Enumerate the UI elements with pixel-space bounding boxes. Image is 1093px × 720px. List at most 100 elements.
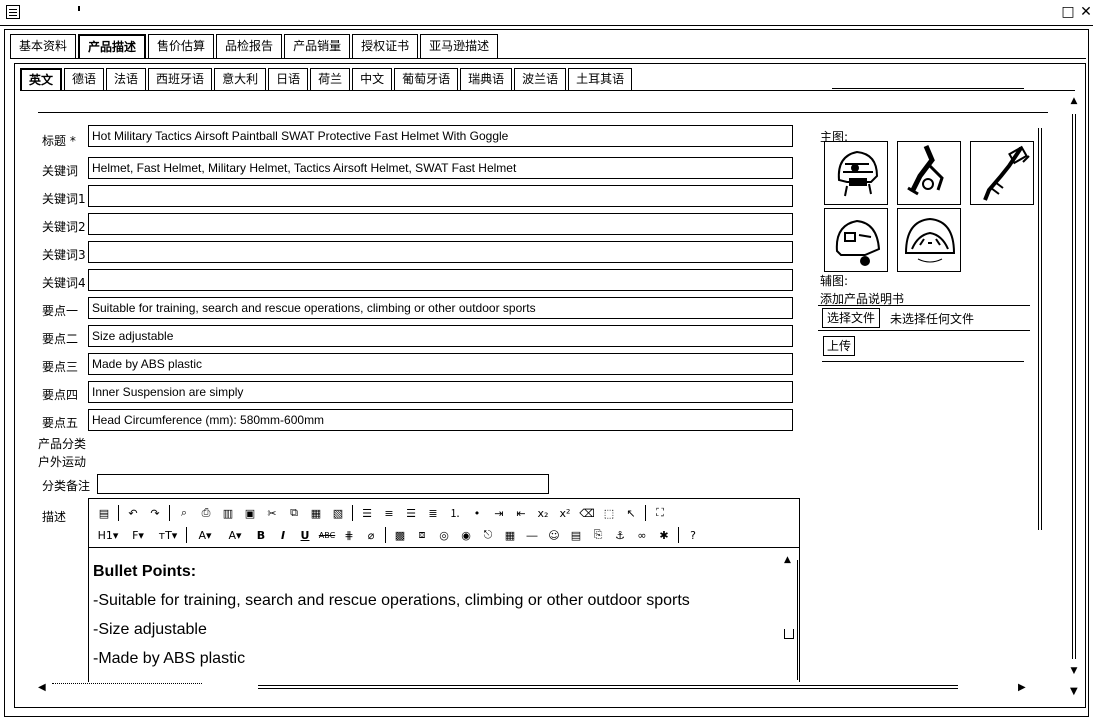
heading-dropdown[interactable]: H1▾: [93, 525, 123, 545]
tab-certificate[interactable]: 授权证书: [352, 34, 419, 58]
point4-input[interactable]: Inner Suspension are simply: [88, 381, 793, 403]
tab-inspection-report[interactable]: 品检报告: [216, 34, 283, 58]
editor-content[interactable]: Bullet Points: -Suitable for training, s…: [93, 557, 781, 673]
tab-lang-spanish[interactable]: 西班牙语: [148, 68, 213, 90]
align-right-icon[interactable]: ☰: [400, 503, 422, 523]
map-icon[interactable]: ▤: [565, 525, 587, 545]
point3-input[interactable]: Made by ABS plastic: [88, 353, 793, 375]
superscript-icon[interactable]: x²: [554, 503, 576, 523]
attachment-icon[interactable]: ⎋: [477, 525, 499, 545]
emoticon-icon[interactable]: ☺: [543, 525, 565, 545]
pointer-icon[interactable]: ↖: [620, 503, 642, 523]
table-icon[interactable]: ▦: [499, 525, 521, 545]
media-icon[interactable]: ◉: [455, 525, 477, 545]
tab-amazon-description[interactable]: 亚马逊描述: [420, 34, 499, 58]
tab-lang-turkish[interactable]: 土耳其语: [568, 68, 633, 90]
helmet-inside-image-thumbnail[interactable]: [897, 208, 961, 272]
preview-icon[interactable]: ⌕: [173, 503, 195, 523]
category-note-input[interactable]: [97, 474, 549, 494]
ordered-list-icon[interactable]: ⒈: [444, 503, 466, 523]
point1-input[interactable]: Suitable for training, search and rescue…: [88, 297, 793, 319]
subscript-icon[interactable]: x₂: [532, 503, 554, 523]
point5-input[interactable]: Head Circumference (mm): 580mm-600mm: [88, 409, 793, 431]
eraser-icon[interactable]: ⌀: [360, 525, 382, 545]
helmet-image-thumbnail[interactable]: [824, 141, 888, 205]
title-input[interactable]: Hot Military Tactics Airsoft Paintball S…: [88, 125, 793, 147]
multi-image-icon[interactable]: ⧈: [411, 525, 433, 545]
upload-button[interactable]: 上传: [823, 336, 856, 356]
clear-format-icon[interactable]: ⌫: [576, 503, 598, 523]
undo-icon[interactable]: ↶: [122, 503, 144, 523]
horizontal-scrollbar[interactable]: ◀ ▶: [36, 680, 1036, 696]
highlight-color-dropdown[interactable]: A▾: [220, 525, 250, 545]
redo-icon[interactable]: ↷: [144, 503, 166, 523]
source-icon[interactable]: ▤: [93, 503, 115, 523]
description-editor[interactable]: ▤ ↶ ↷ ⌕ ⎙ ▥ ▣ ✂ ⧉ ▦ ▧ ☰ ≡ ☰ ≣ ⒈ • ⇥ ⇤ x₂…: [88, 498, 800, 682]
tab-lang-portuguese[interactable]: 葡萄牙语: [394, 68, 459, 90]
font-family-dropdown[interactable]: F▾: [123, 525, 153, 545]
link-icon[interactable]: ∞: [631, 525, 653, 545]
page-break-icon[interactable]: ⎘: [587, 525, 609, 545]
tab-lang-japanese[interactable]: 日语: [268, 68, 309, 90]
tab-lang-dutch[interactable]: 荷兰: [310, 68, 351, 90]
close-button[interactable]: ✕: [1078, 3, 1093, 21]
scroll-up-icon[interactable]: ▲: [784, 555, 791, 565]
tab-lang-english[interactable]: 英文: [20, 68, 63, 90]
italic-button[interactable]: I: [272, 525, 294, 545]
scroll-down-corner-icon[interactable]: ▼: [1070, 686, 1078, 697]
paste-icon[interactable]: ▦: [305, 503, 327, 523]
fullscreen-icon[interactable]: ⛶: [649, 503, 671, 523]
help-icon[interactable]: ?: [682, 525, 704, 545]
horizontal-rule-icon[interactable]: ―: [521, 525, 543, 545]
scroll-left-icon[interactable]: ◀: [38, 682, 46, 693]
align-left-icon[interactable]: ☰: [356, 503, 378, 523]
flash-icon[interactable]: ◎: [433, 525, 455, 545]
editor-scrollbar[interactable]: ▲: [782, 555, 796, 641]
indent-icon[interactable]: ⇥: [488, 503, 510, 523]
copy-icon[interactable]: ⧉: [283, 503, 305, 523]
tab-product-description[interactable]: 产品描述: [78, 34, 147, 58]
strap-image-thumbnail[interactable]: [897, 141, 961, 205]
align-justify-icon[interactable]: ≣: [422, 503, 444, 523]
paste-text-icon[interactable]: ▧: [327, 503, 349, 523]
buckle-image-thumbnail[interactable]: [970, 141, 1034, 205]
tab-lang-chinese[interactable]: 中文: [352, 68, 393, 90]
unlink-icon[interactable]: ✱: [653, 525, 675, 545]
font-color-dropdown[interactable]: A▾: [190, 525, 220, 545]
tab-price-estimate[interactable]: 售价估算: [148, 34, 215, 58]
scroll-right-icon[interactable]: ▶: [1018, 682, 1026, 693]
align-center-icon[interactable]: ≡: [378, 503, 400, 523]
scroll-track[interactable]: [1072, 114, 1076, 659]
tab-lang-swedish[interactable]: 瑞典语: [460, 68, 513, 90]
outer-vertical-scrollbar[interactable]: ▲ ▼: [1066, 96, 1082, 676]
anchor-icon[interactable]: ⚓: [609, 525, 631, 545]
line-height-icon[interactable]: ⋕: [338, 525, 360, 545]
keywords1-input[interactable]: [88, 185, 793, 207]
keywords2-input[interactable]: [88, 213, 793, 235]
scroll-down-icon[interactable]: ▼: [1069, 666, 1079, 676]
scroll-up-icon[interactable]: ▲: [1069, 96, 1079, 106]
keywords-input[interactable]: Helmet, Fast Helmet, Military Helmet, Ta…: [88, 157, 793, 179]
code-icon[interactable]: ▣: [239, 503, 261, 523]
tab-lang-polish[interactable]: 波兰语: [514, 68, 567, 90]
tab-basic-info[interactable]: 基本资料: [10, 34, 77, 58]
point2-input[interactable]: Size adjustable: [88, 325, 793, 347]
underline-button[interactable]: U: [294, 525, 316, 545]
keywords3-input[interactable]: [88, 241, 793, 263]
choose-file-button[interactable]: 选择文件: [822, 308, 881, 328]
tab-lang-italian[interactable]: 意大利: [214, 68, 267, 90]
bold-button[interactable]: B: [250, 525, 272, 545]
scroll-track[interactable]: [258, 685, 958, 689]
tab-product-sales[interactable]: 产品销量: [284, 34, 351, 58]
scroll-thumb[interactable]: [52, 683, 202, 691]
outdent-icon[interactable]: ⇤: [510, 503, 532, 523]
maximize-button[interactable]: □: [1060, 3, 1076, 21]
helmet-side-image-thumbnail[interactable]: [824, 208, 888, 272]
template-icon[interactable]: ▥: [217, 503, 239, 523]
scroll-thumb[interactable]: [784, 629, 794, 639]
tab-lang-german[interactable]: 德语: [64, 68, 105, 90]
strikethrough-button[interactable]: ABC: [316, 525, 338, 545]
font-size-dropdown[interactable]: тT▾: [153, 525, 183, 545]
form-vertical-scrollbar[interactable]: [1034, 120, 1048, 532]
cut-icon[interactable]: ✂: [261, 503, 283, 523]
